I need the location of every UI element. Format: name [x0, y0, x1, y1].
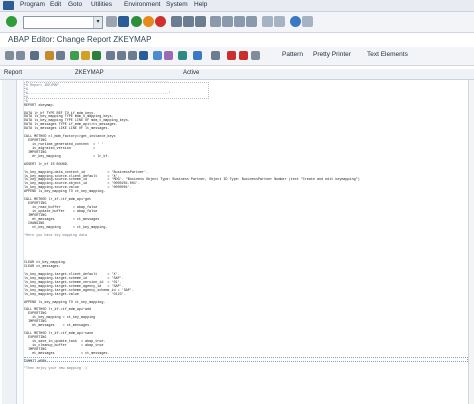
forward-icon[interactable] [16, 51, 25, 60]
prev-icon[interactable] [106, 16, 117, 27]
display-object-list-icon[interactable] [128, 51, 137, 60]
save-icon[interactable] [118, 16, 129, 27]
split-screen-icon[interactable] [178, 51, 187, 60]
code-editor[interactable]: *&--------------------------------------… [0, 80, 474, 404]
enhance-icon[interactable] [153, 51, 162, 60]
menu-bar: Program Edit Goto Utilities Environment … [0, 0, 474, 12]
back-icon[interactable] [131, 16, 142, 27]
customize-layout-icon[interactable] [302, 16, 313, 27]
text-elements-button[interactable]: Text Elements [367, 51, 408, 58]
command-dropdown-icon[interactable]: ▾ [93, 17, 102, 28]
test-icon[interactable] [92, 51, 101, 60]
find-icon[interactable] [183, 16, 194, 27]
check-icon[interactable] [70, 51, 79, 60]
object-list-icon[interactable] [117, 51, 126, 60]
watchpoint-icon[interactable] [251, 51, 260, 60]
activate-icon[interactable] [81, 51, 90, 60]
title-bar: ABAP Editor: Change Report ZKEYMAP [0, 33, 474, 46]
display-change-icon[interactable] [45, 51, 54, 60]
application-toolbar: Pattern Pretty Printer Text Elements [0, 47, 474, 66]
back-forward-icon[interactable] [5, 51, 14, 60]
active-inactive-icon[interactable] [56, 51, 65, 60]
menu-item-system[interactable]: System [166, 1, 188, 8]
help-icon[interactable] [290, 16, 301, 27]
line-number-gutter [2, 80, 17, 404]
program-type-label: Report [4, 70, 23, 76]
menu-item-environment[interactable]: Environment [124, 1, 161, 8]
sap-menu-icon[interactable] [3, 1, 14, 10]
menu-item-help[interactable]: Help [194, 1, 207, 8]
module-icon[interactable] [164, 51, 173, 60]
program-name-value: ZKEYMAP [75, 70, 104, 76]
navigation-window-icon[interactable] [139, 51, 148, 60]
info-icon[interactable] [193, 51, 202, 60]
program-status-row: Report ZKEYMAP Active [0, 69, 474, 80]
external-breakpoint-icon[interactable] [239, 51, 248, 60]
shortcut-icon[interactable] [274, 16, 285, 27]
first-page-icon[interactable] [210, 16, 221, 27]
menu-item-edit[interactable]: Edit [50, 1, 61, 8]
editor-scrollbar[interactable] [468, 80, 474, 404]
where-used-icon[interactable] [106, 51, 115, 60]
last-page-icon[interactable] [246, 16, 257, 27]
print-icon[interactable] [171, 16, 182, 27]
code-area[interactable]: *&--------------------------------------… [24, 81, 468, 401]
other-object-icon[interactable] [30, 51, 39, 60]
menu-item-program[interactable]: Program [20, 1, 45, 8]
find-next-icon[interactable] [195, 16, 206, 27]
code-line[interactable]: "Then enjoy your new mapping :) [24, 367, 468, 372]
new-session-icon[interactable] [262, 16, 273, 27]
breakpoint-icon[interactable] [227, 51, 236, 60]
stop-icon[interactable] [211, 51, 220, 60]
menu-item-utilities[interactable]: Utilities [91, 1, 112, 8]
command-field[interactable]: ▾ [23, 16, 103, 29]
program-state-value: Active [183, 70, 200, 76]
exit-icon[interactable] [143, 16, 154, 27]
block-fold-column [17, 80, 24, 404]
current-line-marker [24, 357, 468, 362]
cancel-icon[interactable] [155, 16, 166, 27]
next-page-icon[interactable] [234, 16, 245, 27]
enter-check-icon[interactable] [6, 16, 17, 27]
pattern-button[interactable]: Pattern [282, 51, 303, 58]
system-toolbar: ▾ [0, 12, 474, 33]
previous-page-icon[interactable] [222, 16, 233, 27]
page-title: ABAP Editor: Change Report ZKEYMAP [8, 35, 152, 44]
pretty-printer-button[interactable]: Pretty Printer [313, 51, 351, 58]
menu-item-goto[interactable]: Goto [68, 1, 82, 8]
